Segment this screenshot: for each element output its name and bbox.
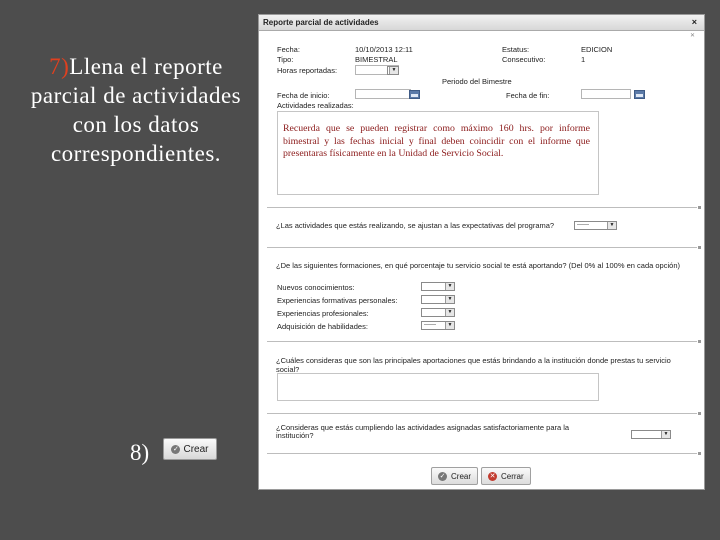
- horas-dropdown[interactable]: ▼: [387, 66, 399, 75]
- tipo-value: BIMESTRAL: [355, 55, 398, 64]
- step-7-number: 7): [49, 54, 70, 79]
- q2-item-3-label: Experiencias profesionales:: [277, 309, 369, 318]
- note-text: Recuerda que se pueden registrar como má…: [283, 123, 590, 159]
- chevron-down-icon: ▼: [445, 296, 454, 303]
- close-icon: ✕: [488, 471, 497, 481]
- crear-button-example-label: Crear: [183, 443, 209, 455]
- chevron-down-icon: ▼: [445, 283, 454, 290]
- fecha-label: Fecha:: [277, 45, 300, 54]
- dialog-title-bar: Reporte parcial de actividades ×: [259, 15, 704, 31]
- check-icon: ✓: [438, 471, 447, 481]
- chevron-down-icon: ▼: [445, 322, 454, 329]
- question-1: ¿Las actividades que estás realizando, s…: [276, 221, 555, 230]
- q2-item-2-select[interactable]: ▼: [421, 295, 455, 304]
- fecha-inicio-input[interactable]: [355, 89, 411, 99]
- q2-item-2-label: Experiencias formativas personales:: [277, 296, 398, 305]
- divider: [267, 340, 701, 343]
- chevron-down-icon: ▼: [445, 309, 454, 316]
- estatus-value: EDICION: [581, 45, 613, 54]
- divider: [267, 412, 701, 415]
- divider: [267, 246, 701, 249]
- instruction-text: 7)Llena el reporte parcial de actividade…: [22, 52, 250, 168]
- q2-item-1-label: Nuevos conocimientos:: [277, 283, 355, 292]
- divider: [267, 452, 701, 455]
- close-small-icon[interactable]: ✕: [690, 32, 695, 39]
- crear-button-label: Crear: [451, 471, 472, 481]
- question-4-select[interactable]: ▼: [631, 430, 671, 439]
- tipo-label: Tipo:: [277, 55, 294, 64]
- question-3-textarea[interactable]: [277, 373, 599, 401]
- estatus-label: Estatus:: [502, 45, 530, 54]
- crear-button-example[interactable]: ✓ Crear: [163, 438, 217, 460]
- fecha-fin-label: Fecha de fin:: [506, 91, 550, 100]
- close-icon[interactable]: ×: [692, 15, 697, 30]
- horas-label: Horas reportadas:: [277, 66, 338, 75]
- fecha-value: 10/10/2013 12:11: [355, 45, 413, 54]
- q2-item-4-select-value: ------: [424, 322, 436, 328]
- divider: [267, 206, 701, 209]
- check-icon: ✓: [171, 444, 181, 454]
- q2-item-3-select[interactable]: ▼: [421, 308, 455, 317]
- q2-item-4-label: Adquisición de habilidades:: [277, 322, 368, 331]
- periodo-label: Periodo del Bimestre: [442, 77, 512, 86]
- chevron-down-icon: ▼: [607, 222, 616, 229]
- chevron-down-icon: ▼: [661, 431, 670, 438]
- question-1-select[interactable]: ------ ▼: [574, 221, 617, 230]
- step-8-number: 8): [130, 440, 150, 465]
- step-8-label: 8): [130, 440, 149, 466]
- calendar-icon[interactable]: [409, 90, 420, 99]
- question-1-select-value: ------: [577, 222, 589, 228]
- calendar-icon[interactable]: [634, 90, 645, 99]
- chevron-down-icon: ▼: [389, 67, 398, 74]
- consecutivo-label: Consecutivo:: [502, 55, 546, 64]
- question-3: ¿Cuáles consideras que son las principal…: [276, 356, 671, 374]
- fecha-inicio-label: Fecha de inicio:: [277, 91, 330, 100]
- consecutivo-value: 1: [581, 55, 586, 64]
- fecha-fin-input[interactable]: [581, 89, 631, 99]
- cerrar-button[interactable]: ✕ Cerrar: [481, 467, 531, 485]
- cerrar-button-label: Cerrar: [501, 471, 524, 481]
- question-4: ¿Consideras que estás cumpliendo las act…: [276, 423, 570, 440]
- dialog-title: Reporte parcial de actividades: [263, 18, 379, 27]
- q2-item-1-select[interactable]: ▼: [421, 282, 455, 291]
- actividades-label: Actividades realizadas:: [277, 101, 354, 110]
- report-dialog: Reporte parcial de actividades × ✕ Fecha…: [258, 14, 705, 490]
- question-2: ¿De las siguientes formaciones, en qué p…: [276, 261, 680, 270]
- q2-item-4-select[interactable]: ------ ▼: [421, 321, 455, 330]
- crear-button[interactable]: ✓ Crear: [431, 467, 479, 485]
